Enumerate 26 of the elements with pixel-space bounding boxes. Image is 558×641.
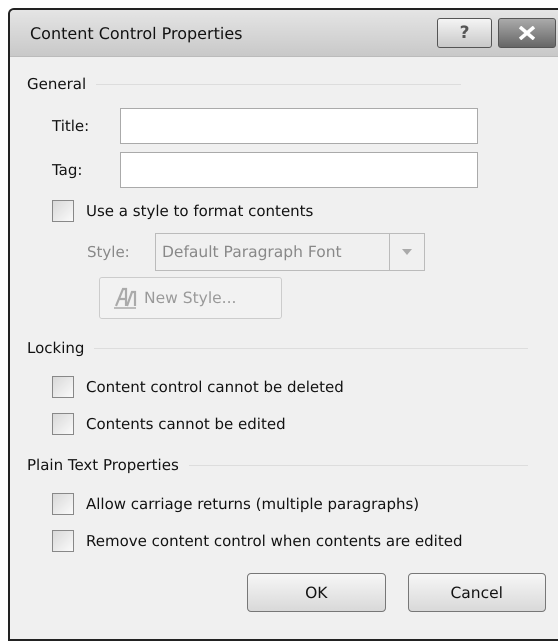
style-icon [112, 286, 138, 310]
dropdown-arrow-icon [402, 248, 412, 254]
cancel-button[interactable]: Cancel [408, 573, 546, 612]
checkbox-label: Use a style to format contents [86, 202, 314, 220]
text-field[interactable] [120, 152, 478, 188]
checkbox-label: Content control cannot be deleted [86, 378, 344, 396]
checkbox[interactable] [52, 492, 74, 514]
checkbox[interactable] [52, 530, 74, 552]
section-heading: Plain Text Properties [27, 456, 179, 474]
section-heading: Locking [27, 339, 84, 357]
ok-button[interactable]: OK [247, 573, 386, 612]
checkbox-label: Remove content control when contents are edited [86, 532, 462, 550]
close-button[interactable] [498, 18, 556, 48]
checkbox[interactable] [52, 200, 74, 222]
checkbox-label: Allow carriage returns (multiple paragraphs) [86, 494, 420, 512]
checkbox-label: Contents cannot be edited [86, 414, 286, 432]
checkbox[interactable] [52, 412, 74, 434]
field-label: Title: [52, 116, 90, 134]
help-button[interactable]: ? [437, 18, 492, 48]
checkbox[interactable] [52, 376, 74, 398]
close-icon [517, 26, 537, 40]
window-title: Content Control Properties [30, 24, 244, 42]
text-field[interactable] [120, 108, 478, 144]
field-label: Style: [87, 242, 131, 260]
section-heading: General [27, 75, 86, 93]
field-label: Tag: [52, 160, 84, 178]
